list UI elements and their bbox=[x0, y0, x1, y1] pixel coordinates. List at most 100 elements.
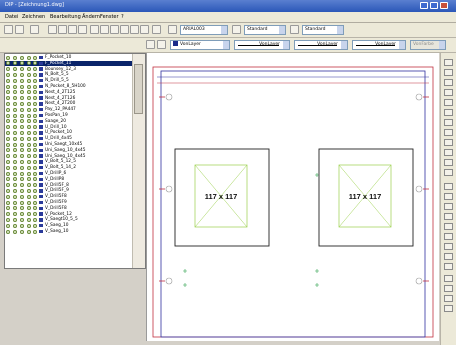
menu-window[interactable]: Fenster bbox=[100, 14, 119, 20]
visible-icon[interactable] bbox=[13, 61, 17, 66]
visible-icon[interactable] bbox=[13, 206, 17, 211]
freeze-icon[interactable] bbox=[20, 212, 24, 217]
expand-icon[interactable] bbox=[6, 61, 10, 66]
layer-color-icon[interactable] bbox=[39, 223, 43, 228]
zoom-in-icon[interactable] bbox=[58, 25, 67, 34]
plot-icon[interactable] bbox=[33, 218, 37, 223]
freeze-icon[interactable] bbox=[20, 142, 24, 147]
lock-icon[interactable] bbox=[27, 218, 31, 223]
expand-icon[interactable] bbox=[6, 206, 10, 211]
expand-icon[interactable] bbox=[6, 131, 10, 136]
lock-icon[interactable] bbox=[27, 171, 31, 176]
layer-color-icon[interactable] bbox=[39, 189, 43, 193]
layer-row[interactable]: N_Drill_5_5 bbox=[5, 78, 133, 83]
drawing-canvas[interactable]: 117 x 117 117 x 117 bbox=[146, 53, 439, 341]
visible-icon[interactable] bbox=[13, 218, 17, 223]
textstyle-combo[interactable]: Standard bbox=[244, 25, 286, 35]
layer-row[interactable]: U_Drill_4x45 bbox=[5, 136, 133, 141]
layer-row[interactable]: V_Saeg_10 bbox=[5, 223, 133, 228]
layer-row[interactable]: N_Bolt_5_5 bbox=[5, 72, 133, 77]
plot-icon[interactable] bbox=[33, 189, 37, 194]
plot-icon[interactable] bbox=[33, 90, 37, 95]
plot-icon[interactable] bbox=[33, 102, 37, 107]
layer-color-icon[interactable] bbox=[39, 125, 43, 129]
cut-icon[interactable] bbox=[120, 25, 129, 34]
freeze-icon[interactable] bbox=[20, 67, 24, 72]
layer-row[interactable]: F_Pocket_10 bbox=[5, 55, 133, 60]
tablestyle-combo[interactable]: Standard bbox=[302, 25, 344, 35]
visible-icon[interactable] bbox=[13, 96, 17, 101]
visible-icon[interactable] bbox=[13, 183, 17, 188]
line-tool-icon[interactable] bbox=[444, 59, 453, 66]
layer-row[interactable]: PosPan_19 bbox=[5, 113, 133, 118]
visible-icon[interactable] bbox=[13, 107, 17, 112]
layer-icon[interactable] bbox=[146, 40, 155, 49]
plot-icon[interactable] bbox=[33, 136, 37, 141]
menu-edit[interactable]: Bearbeitung bbox=[50, 14, 81, 20]
layer-color-icon[interactable] bbox=[39, 67, 43, 71]
plot-icon[interactable] bbox=[33, 212, 37, 217]
expand-icon[interactable] bbox=[6, 229, 10, 234]
lock-icon[interactable] bbox=[27, 131, 31, 136]
freeze-icon[interactable] bbox=[20, 107, 24, 112]
plot-icon[interactable] bbox=[33, 131, 37, 136]
expand-icon[interactable] bbox=[6, 136, 10, 141]
freeze-icon[interactable] bbox=[20, 183, 24, 188]
arrow-icon[interactable] bbox=[15, 25, 24, 34]
freeze-icon[interactable] bbox=[20, 223, 24, 228]
extend-tool-icon[interactable] bbox=[444, 253, 453, 260]
trim-tool-icon[interactable] bbox=[444, 243, 453, 250]
insert-block-icon[interactable] bbox=[444, 129, 453, 136]
plot-icon[interactable] bbox=[33, 67, 37, 72]
rotate-tool-icon[interactable] bbox=[444, 193, 453, 200]
plot-icon[interactable] bbox=[33, 61, 37, 66]
layer-row[interactable]: V_Saeg_10 bbox=[5, 229, 133, 234]
visible-icon[interactable] bbox=[13, 160, 17, 165]
dimension-icon[interactable] bbox=[232, 25, 241, 34]
point-tool-icon[interactable] bbox=[444, 139, 453, 146]
layer-color-icon[interactable] bbox=[39, 194, 43, 199]
menu-help[interactable]: ? bbox=[121, 14, 124, 20]
expand-icon[interactable] bbox=[6, 84, 10, 89]
plot-icon[interactable] bbox=[33, 177, 37, 182]
lock-icon[interactable] bbox=[27, 200, 31, 205]
layer-color-icon[interactable] bbox=[39, 84, 43, 89]
layer-color-icon[interactable] bbox=[39, 200, 43, 205]
plot-icon[interactable] bbox=[33, 160, 37, 165]
freeze-icon[interactable] bbox=[20, 119, 24, 124]
lock-icon[interactable] bbox=[27, 229, 31, 234]
freeze-icon[interactable] bbox=[20, 189, 24, 194]
layer-color-icon[interactable] bbox=[39, 148, 43, 153]
expand-icon[interactable] bbox=[6, 73, 10, 78]
freeze-icon[interactable] bbox=[20, 90, 24, 95]
grid-icon[interactable] bbox=[90, 25, 99, 34]
visible-icon[interactable] bbox=[13, 165, 17, 170]
visible-icon[interactable] bbox=[13, 113, 17, 118]
layer-row[interactable]: V_DrillP_6 bbox=[5, 171, 133, 176]
spline-tool-icon[interactable] bbox=[444, 109, 453, 116]
expand-icon[interactable] bbox=[6, 165, 10, 170]
visible-icon[interactable] bbox=[13, 148, 17, 153]
layer-color-icon[interactable] bbox=[39, 78, 43, 83]
layer-combo[interactable]: VonLayer bbox=[170, 40, 230, 50]
fillet-tool-icon[interactable] bbox=[444, 263, 453, 270]
plot-icon[interactable] bbox=[33, 171, 37, 176]
layer-row[interactable]: V_Bolt_5_12_5 bbox=[5, 159, 133, 164]
visible-icon[interactable] bbox=[13, 223, 17, 228]
expand-icon[interactable] bbox=[6, 113, 10, 118]
dimension-aligned-icon[interactable] bbox=[444, 285, 453, 292]
visible-icon[interactable] bbox=[13, 189, 17, 194]
lock-icon[interactable] bbox=[27, 55, 31, 60]
plot-icon[interactable] bbox=[33, 84, 37, 89]
layer-row[interactable]: U_Pocket_10 bbox=[5, 130, 133, 135]
freeze-icon[interactable] bbox=[20, 154, 24, 159]
region-tool-icon[interactable] bbox=[444, 159, 453, 166]
plot-icon[interactable] bbox=[33, 55, 37, 60]
lock-icon[interactable] bbox=[27, 107, 31, 112]
plot-icon[interactable] bbox=[33, 194, 37, 199]
dimstyle-combo[interactable]: ARIAL003 bbox=[180, 25, 228, 35]
lock-icon[interactable] bbox=[27, 142, 31, 147]
expand-icon[interactable] bbox=[6, 148, 10, 153]
layer-color-icon[interactable] bbox=[39, 96, 43, 100]
expand-icon[interactable] bbox=[6, 154, 10, 159]
